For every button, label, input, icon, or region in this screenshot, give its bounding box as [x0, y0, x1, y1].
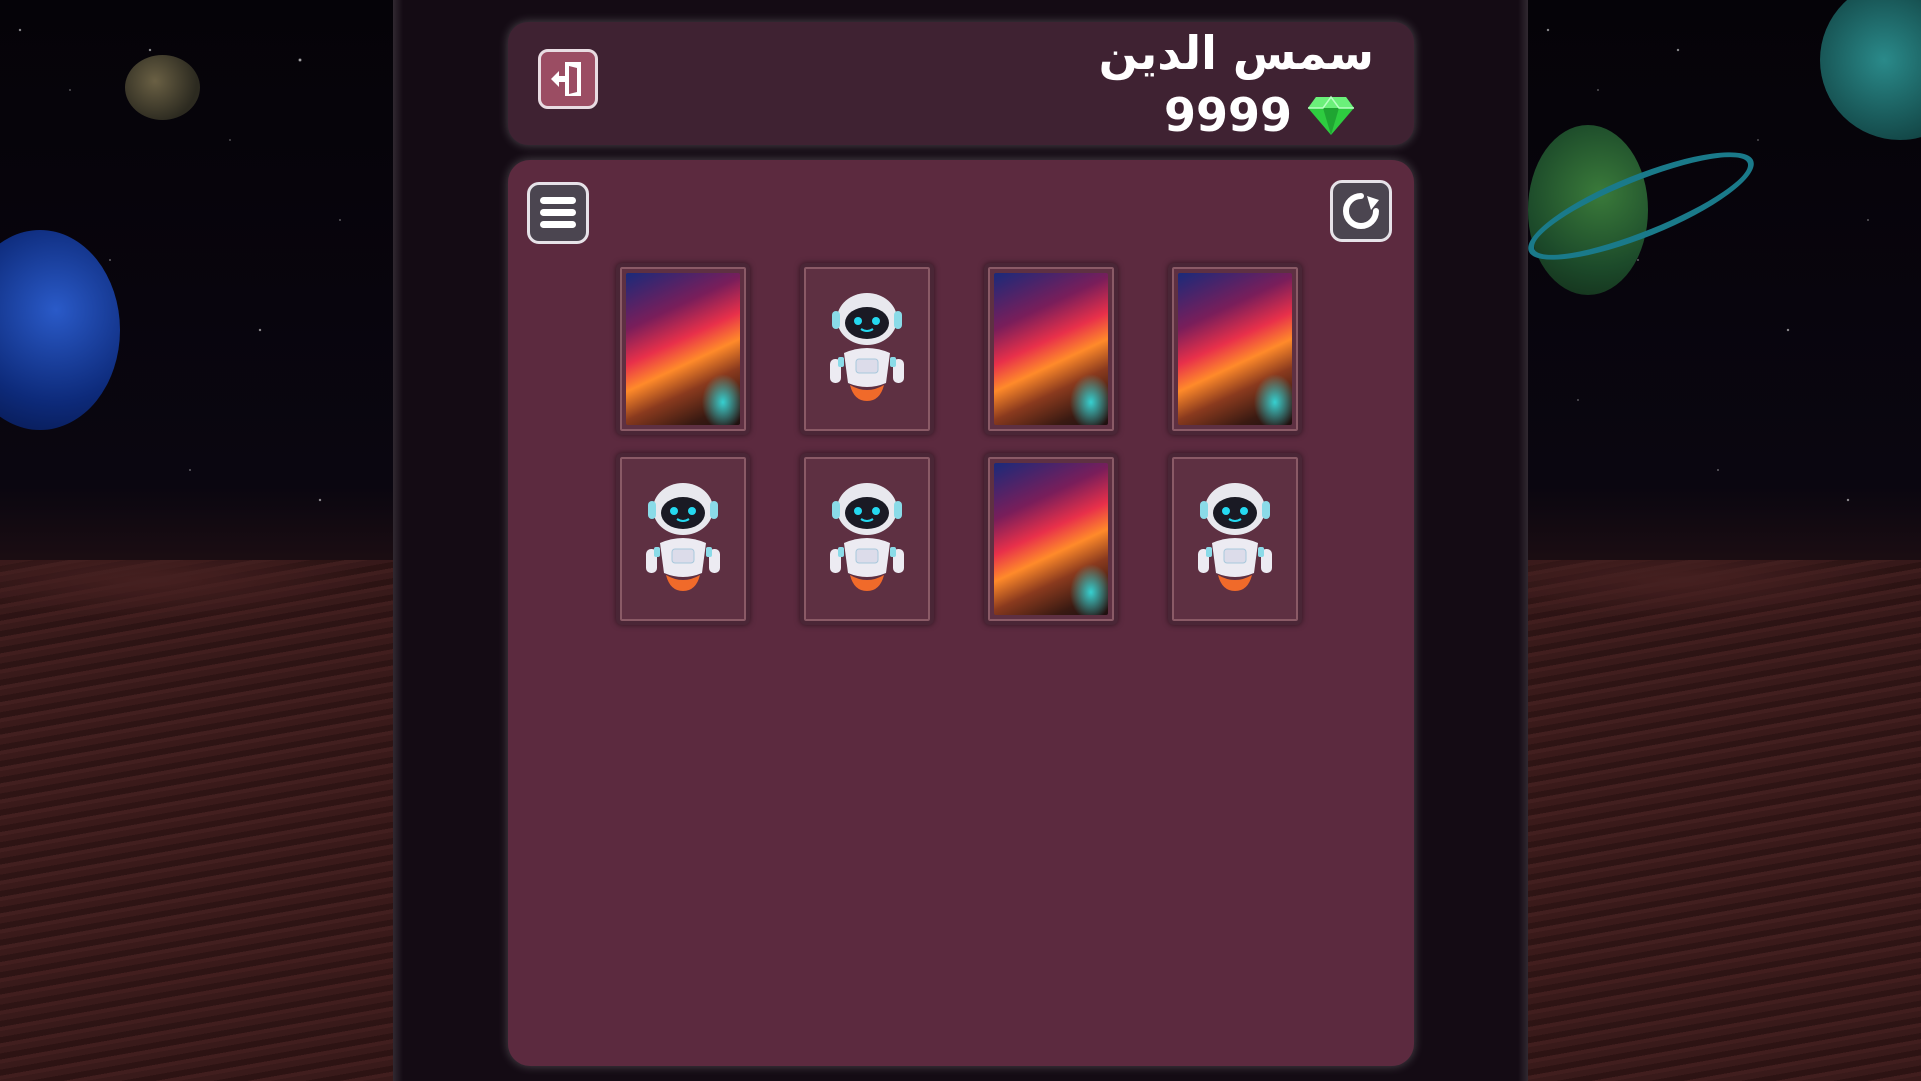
card-back-image [626, 273, 740, 425]
menu-button[interactable] [527, 182, 589, 244]
card-back-image [1178, 273, 1292, 425]
card-revealed-robot[interactable] [616, 453, 750, 625]
gem-counter: 9999 [1163, 88, 1354, 142]
card-face-down[interactable] [984, 453, 1118, 625]
robot-icon [830, 293, 904, 401]
card-back-image [994, 273, 1108, 425]
card-revealed-robot[interactable] [800, 453, 934, 625]
card-grid [616, 263, 1302, 625]
card-back-image [994, 463, 1108, 615]
robot-icon [646, 483, 720, 591]
player-name: سمس الدين [1098, 26, 1374, 80]
restart-icon [1343, 193, 1379, 229]
card-revealed-robot[interactable] [800, 263, 934, 435]
gem-icon [1308, 95, 1354, 135]
exit-button[interactable] [538, 49, 598, 109]
gem-count: 9999 [1163, 88, 1292, 142]
robot-icon [830, 483, 904, 591]
robot-icon [1198, 483, 1272, 591]
space-background-left [0, 0, 393, 1081]
player-header: سمس الدين 9999 [508, 22, 1414, 145]
card-revealed-robot[interactable] [1168, 453, 1302, 625]
exit-door-icon [551, 62, 581, 96]
restart-button[interactable] [1330, 180, 1392, 242]
menu-icon [540, 197, 576, 228]
asteroid [125, 55, 200, 120]
card-face-down[interactable] [984, 263, 1118, 435]
card-face-down[interactable] [1168, 263, 1302, 435]
game-board [508, 160, 1414, 1066]
card-face-down[interactable] [616, 263, 750, 435]
